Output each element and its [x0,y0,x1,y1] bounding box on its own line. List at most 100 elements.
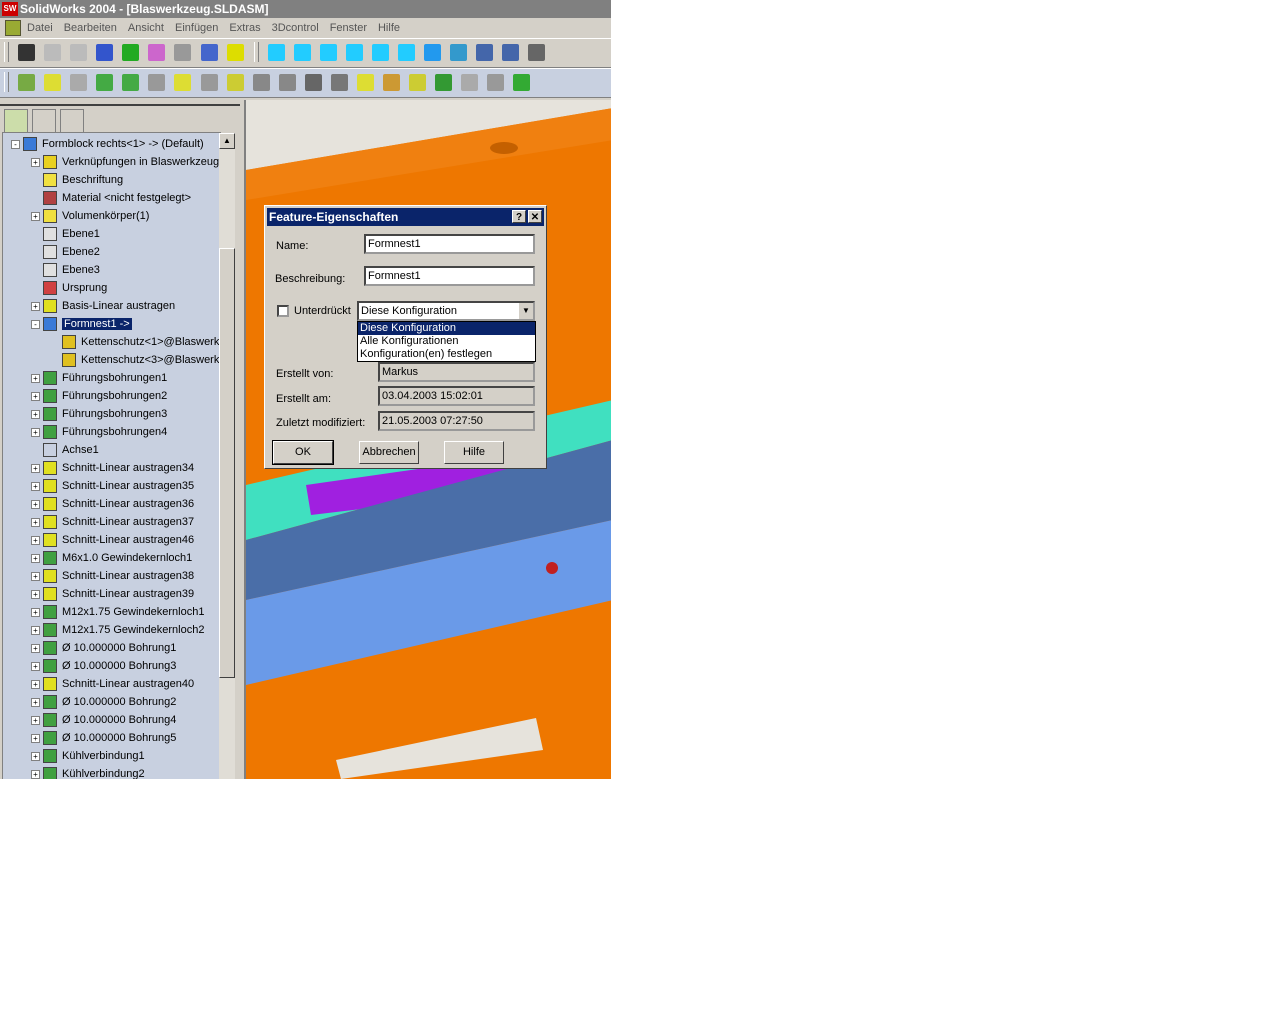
expand-icon[interactable]: + [31,212,40,221]
expand-icon[interactable]: + [31,770,40,779]
menu-datei[interactable]: Datei [27,22,53,34]
filter-icon[interactable] [200,44,218,61]
simulation-icon[interactable] [513,74,531,91]
color-icon[interactable] [148,44,166,61]
tree-item[interactable]: - Formnest1 -> [31,315,132,333]
tab-property-manager[interactable] [32,109,56,133]
document-icon[interactable] [5,20,21,37]
tree-item[interactable]: Ebene1 [43,225,100,243]
save-icon[interactable] [18,44,36,61]
tree-item[interactable]: Ebene3 [43,261,100,279]
tree-item[interactable]: + Ø 10.000000 Bohrung4 [31,711,176,729]
menu-3dcontrol[interactable]: 3Dcontrol [272,22,319,34]
expand-icon[interactable]: + [31,554,40,563]
help-button[interactable]: Hilfe [444,441,504,464]
undo-icon[interactable] [44,44,62,61]
tree-item[interactable]: Beschriftung [43,171,123,189]
tree-item[interactable]: + Verknüpfungen in Blaswerkzeug [31,153,219,171]
expand-icon[interactable]: + [31,608,40,617]
collapse-icon[interactable]: - [31,320,40,329]
menu-hilfe[interactable]: Hilfe [378,22,400,34]
ok-button[interactable]: OK [272,440,334,465]
tree-item[interactable]: Achse1 [43,441,99,459]
expand-icon[interactable]: + [31,500,40,509]
tree-item[interactable]: Material <nicht festgelegt> [43,189,191,207]
view-right-icon[interactable] [345,44,363,61]
explode-icon[interactable] [356,74,374,91]
expand-icon[interactable]: + [31,626,40,635]
close-button[interactable]: ✕ [528,210,542,223]
select-icon[interactable] [502,44,520,61]
tree-item[interactable]: + Basis-Linear austragen [31,297,175,315]
tree-item[interactable]: + Ø 10.000000 Bohrung1 [31,639,176,657]
suppressed-checkbox[interactable] [277,305,289,317]
tab-configuration-manager[interactable] [60,109,84,133]
tree-item[interactable]: + Kühlverbindung1 [31,747,145,765]
normal-to-icon[interactable] [450,44,468,61]
tree-item[interactable]: + Schnitt-Linear austragen38 [31,567,194,585]
expand-icon[interactable]: + [31,572,40,581]
tree-item[interactable]: + Schnitt-Linear austragen37 [31,513,194,531]
chevron-down-icon[interactable]: ▼ [519,303,533,319]
tree-scrollbar[interactable]: ▲ [219,133,235,779]
tree-item[interactable]: - Formblock rechts<1> -> (Default) [11,135,204,153]
redo-icon[interactable] [70,44,88,61]
scroll-up-button[interactable]: ▲ [219,133,235,149]
cancel-button[interactable]: Abbrechen [359,441,419,464]
expand-icon[interactable]: + [31,158,40,167]
scroll-thumb[interactable] [219,248,235,678]
sketch-tool-icon[interactable] [44,74,62,91]
view-top-icon[interactable] [371,44,389,61]
option-alle-konfigurationen[interactable]: Alle Konfigurationen [358,335,535,348]
smart-mate-icon[interactable] [304,74,322,91]
sum-icon[interactable] [148,74,166,91]
tree-item[interactable]: + Führungsbohrungen4 [31,423,167,441]
paperclip-icon[interactable] [330,74,348,91]
tree-item[interactable]: + Schnitt-Linear austragen40 [31,675,194,693]
component-icon[interactable] [18,74,36,91]
view-tool-icon[interactable] [476,44,494,61]
expand-icon[interactable]: + [31,680,40,689]
description-input[interactable]: Formnest1 [364,266,535,286]
tab-feature-manager[interactable] [4,109,28,133]
menu-ansicht[interactable]: Ansicht [128,22,164,34]
expand-icon[interactable]: + [31,410,40,419]
tree-item[interactable]: + Schnitt-Linear austragen34 [31,459,194,477]
view-left-icon[interactable] [319,44,337,61]
interference-icon[interactable] [382,74,400,91]
zoom-icon[interactable] [528,44,546,61]
tree-item[interactable]: + Schnitt-Linear austragen36 [31,495,194,513]
tree-item[interactable]: + Ø 10.000000 Bohrung3 [31,657,176,675]
view-iso-icon[interactable] [424,44,442,61]
move-icon[interactable] [252,74,270,91]
view-front-icon[interactable] [267,44,285,61]
option-diese-konfiguration[interactable]: Diese Konfiguration [358,322,535,335]
measure-icon[interactable] [174,44,192,61]
equation-icon[interactable] [200,74,218,91]
hide-show-icon[interactable] [435,74,453,91]
tree-item[interactable]: + Kühlverbindung2 [31,765,145,779]
expand-icon[interactable]: + [31,374,40,383]
reference-point-icon[interactable] [174,74,192,91]
tree-item[interactable]: Ebene2 [43,243,100,261]
rebuild-icon[interactable] [122,44,140,61]
star-icon[interactable] [409,74,426,91]
tree-item[interactable]: + Ø 10.000000 Bohrung5 [31,729,176,747]
edit-component-icon[interactable] [487,74,505,91]
view-back-icon[interactable] [293,44,311,61]
feature-icon[interactable] [96,74,114,91]
transparency-icon[interactable] [461,74,479,91]
toolbar-grip[interactable] [4,42,9,62]
help-icon[interactable] [226,44,244,61]
menu-extras[interactable]: Extras [229,22,260,34]
toolbar-grip[interactable] [4,72,9,92]
tree-item[interactable]: + Führungsbohrungen3 [31,405,167,423]
menu-bearbeiten[interactable]: Bearbeiten [64,22,117,34]
expand-icon[interactable]: + [31,518,40,527]
expand-icon[interactable]: + [31,752,40,761]
expand-icon[interactable]: + [31,482,40,491]
tree-item[interactable]: + M6x1.0 Gewindekernloch1 [31,549,192,567]
rotate-icon[interactable] [278,74,296,91]
tree-item[interactable]: + Schnitt-Linear austragen46 [31,531,194,549]
expand-icon[interactable]: + [31,662,40,671]
